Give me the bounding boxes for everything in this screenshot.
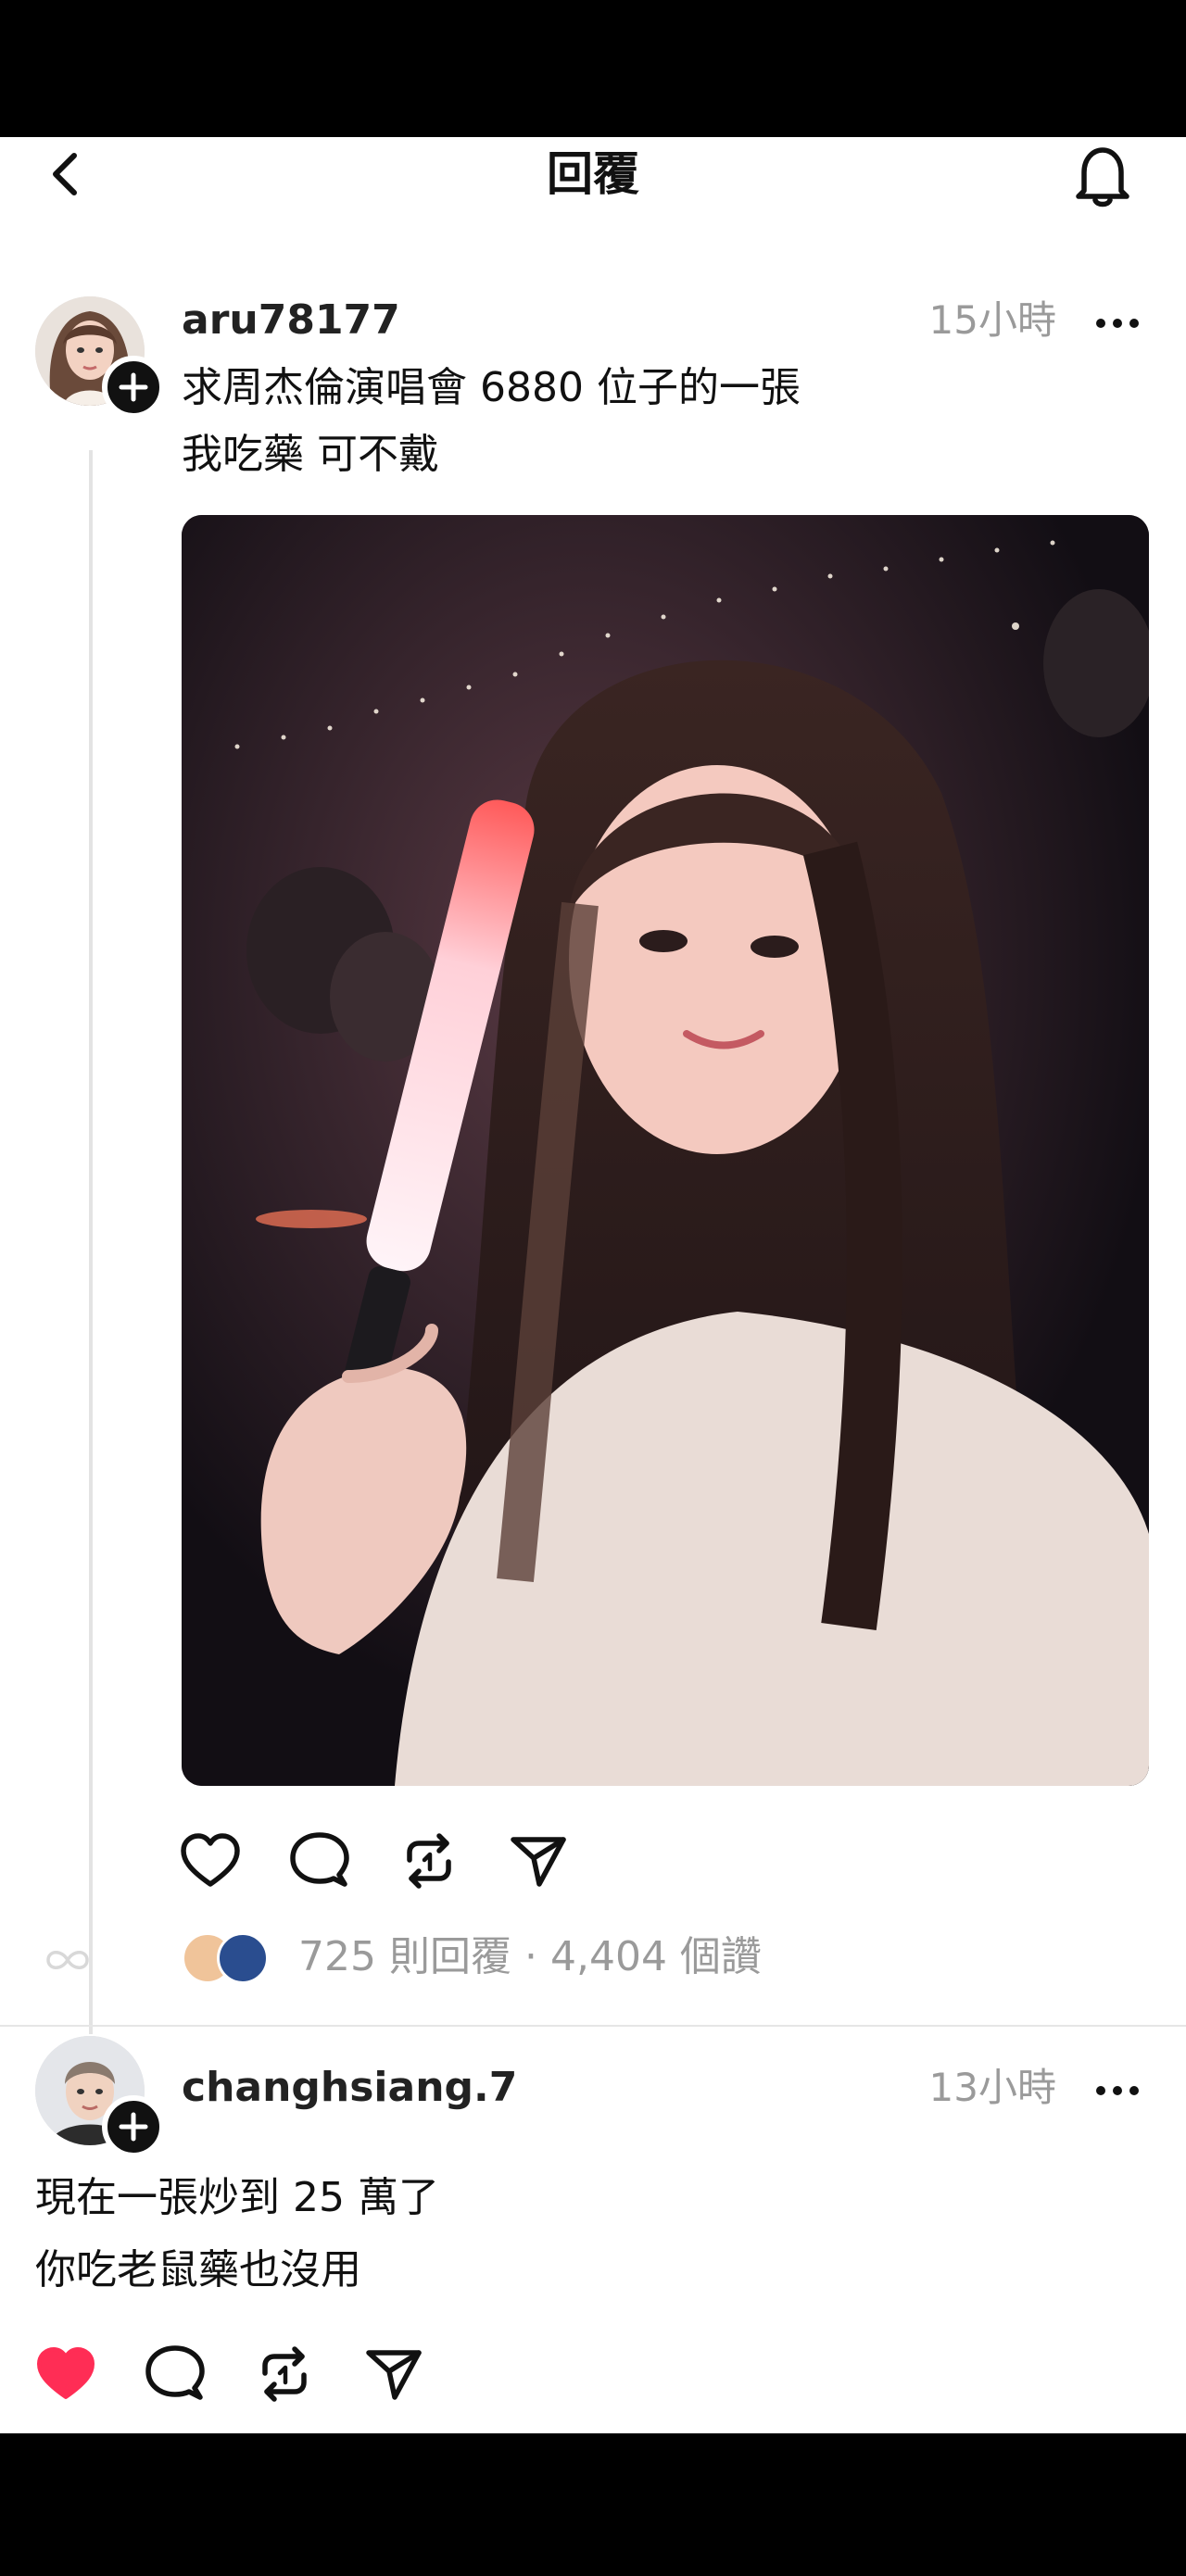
reply-count[interactable]: 725 則回覆 [298,1933,511,1980]
comment-button[interactable] [287,1828,352,1893]
more-icon [1096,319,1139,328]
post-text-line-1: 求周杰倫演唱會 6880 位子的一張 [182,364,801,411]
send-icon [366,2350,422,2400]
more-icon [1096,2086,1139,2095]
plus-icon [119,2112,148,2142]
post-timestamp: 15小時 [928,297,1056,343]
comment-icon [290,1832,349,1887]
post-photo[interactable] [182,515,1149,1786]
reply-text-line-2: 你吃老鼠藥也沒用 [35,2246,361,2293]
heart-icon [181,1833,240,1887]
repost-icon [407,1833,451,1889]
reply-more-options-button[interactable] [1090,2077,1145,2105]
status-bar-area [0,0,1186,137]
reply-username[interactable]: changhsiang.7 [182,2062,517,2114]
comment-icon [145,2345,205,2400]
like-count[interactable]: 4,404 個讚 [550,1933,762,1980]
reply-timestamp: 13小時 [928,2065,1056,2110]
reply-comment-button[interactable] [143,2342,208,2406]
reply-share-button[interactable] [361,2342,426,2406]
thread-loop-icon [44,1941,91,1979]
like-button[interactable] [178,1828,243,1893]
notifications-button[interactable] [1066,137,1140,211]
post-username[interactable]: aru78177 [182,295,400,346]
reply-like-button[interactable] [33,2342,98,2406]
plus-icon [119,372,148,402]
heart-filled-icon [37,2347,95,2399]
repost-icon [262,2346,307,2402]
replier-avatar [217,1932,269,1984]
share-button[interactable] [506,1828,571,1893]
send-icon [511,1837,566,1887]
replier-avatars [182,1932,271,1984]
bell-icon [1076,147,1129,207]
follow-button[interactable] [102,356,165,419]
thread-line [89,450,93,2034]
navigation-bar-area [0,2433,1186,2576]
more-options-button[interactable] [1090,309,1145,337]
page-title: 回覆 [547,147,639,201]
thread-screen: 回覆 aru78177 15小時 求周杰倫演唱會 6880 位子的一張 我吃藥 … [0,137,1186,2433]
post-stats: 725 則回覆 · 4,404 個讚 [298,1933,762,1980]
reply-follow-button[interactable] [102,2095,165,2158]
reply-text-line-1: 現在一張炒到 25 萬了 [35,2174,439,2221]
post-text-line-2: 我吃藥 可不戴 [182,431,439,478]
repost-button[interactable] [397,1828,461,1893]
reply-repost-button[interactable] [252,2342,317,2406]
divider [0,2025,1186,2027]
header: 回覆 [0,137,1186,258]
